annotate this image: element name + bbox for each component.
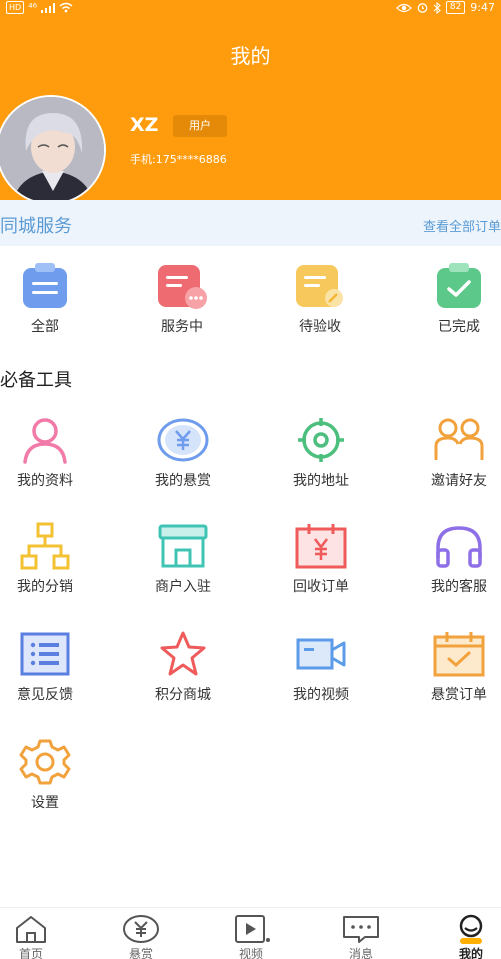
tool-my-profile[interactable]: 我的资料 bbox=[0, 416, 95, 490]
tool-label: 商户入驻 bbox=[155, 579, 211, 595]
calendar-check-icon bbox=[433, 632, 485, 677]
tool-merchant-join[interactable]: 商户入驻 bbox=[133, 522, 233, 596]
tool-label: 回收订单 bbox=[293, 579, 349, 595]
eye-icon bbox=[395, 3, 412, 12]
username: XZ bbox=[130, 114, 159, 136]
tab-video[interactable]: 视频 bbox=[216, 914, 286, 959]
bluetooth-icon bbox=[433, 1, 441, 14]
service-section-title: 同城服务 bbox=[0, 216, 72, 237]
video-camera-icon bbox=[296, 638, 346, 670]
list-icon bbox=[20, 632, 70, 676]
tools-section-title: 必备工具 bbox=[0, 370, 72, 391]
service-label: 全部 bbox=[31, 319, 59, 335]
hd-badge: HD bbox=[6, 1, 25, 14]
profile-header: HD ⁴⁶ 82 9:47 我的 XZ 用户 手机:175****6886 bbox=[0, 0, 501, 205]
service-label: 已完成 bbox=[438, 319, 480, 335]
tool-label: 我的资料 bbox=[17, 473, 73, 489]
service-completed[interactable]: 已完成 bbox=[409, 262, 501, 336]
service-label: 待验收 bbox=[299, 319, 341, 335]
tool-my-videos[interactable]: 我的视频 bbox=[271, 630, 371, 704]
tool-label: 积分商城 bbox=[155, 687, 211, 703]
tool-feedback[interactable]: 意见反馈 bbox=[0, 630, 95, 704]
clipboard-list-icon bbox=[23, 263, 67, 308]
profile-icon bbox=[459, 914, 483, 944]
document-pen-icon bbox=[296, 265, 343, 307]
yen-coin-icon bbox=[157, 418, 209, 462]
two-people-icon bbox=[434, 418, 484, 460]
user-role-badge: 用户 bbox=[173, 115, 227, 137]
service-all[interactable]: 全部 bbox=[0, 262, 95, 336]
view-all-orders-link[interactable]: 查看全部订单 bbox=[423, 216, 501, 235]
org-chart-icon bbox=[20, 522, 70, 570]
tool-my-bounty[interactable]: 我的悬赏 bbox=[133, 416, 233, 490]
avatar[interactable] bbox=[0, 95, 106, 205]
tool-bounty-orders[interactable]: 悬赏订单 bbox=[409, 630, 501, 704]
service-label: 服务中 bbox=[161, 319, 203, 335]
tool-invite-friends[interactable]: 邀请好友 bbox=[409, 416, 501, 490]
status-bar: HD ⁴⁶ 82 9:47 bbox=[0, 0, 501, 18]
play-icon bbox=[235, 915, 270, 943]
wifi-icon bbox=[59, 2, 73, 13]
signal-icon bbox=[41, 2, 56, 13]
headset-icon bbox=[436, 526, 482, 568]
tab-label: 我的 bbox=[458, 947, 483, 959]
alarm-icon bbox=[417, 3, 428, 13]
gear-icon bbox=[19, 739, 71, 785]
tool-my-distribution[interactable]: 我的分销 bbox=[0, 522, 95, 596]
clipboard-check-icon bbox=[437, 263, 481, 308]
tool-label: 我的地址 bbox=[293, 473, 349, 489]
target-location-icon bbox=[298, 418, 344, 462]
tool-label: 我的分销 bbox=[17, 579, 73, 595]
tool-label: 我的视频 bbox=[293, 687, 349, 703]
tab-messages[interactable]: 消息 bbox=[326, 914, 396, 959]
tool-my-address[interactable]: 我的地址 bbox=[271, 416, 371, 490]
tab-label: 首页 bbox=[18, 947, 43, 959]
page-title: 我的 bbox=[230, 44, 271, 68]
tab-bounty[interactable]: 悬赏 bbox=[106, 914, 176, 959]
tool-recycle-orders[interactable]: 回收订单 bbox=[271, 522, 371, 596]
service-pending-check[interactable]: 待验收 bbox=[270, 262, 370, 336]
tool-label: 我的客服 bbox=[431, 579, 487, 595]
service-in-progress[interactable]: 服务中 bbox=[132, 262, 232, 336]
network-label: ⁴⁶ bbox=[28, 1, 38, 14]
service-section-header: 同城服务 查看全部订单 bbox=[0, 200, 501, 246]
tool-label: 意见反馈 bbox=[17, 687, 73, 703]
document-dots-icon bbox=[158, 265, 207, 309]
tool-label: 悬赏订单 bbox=[431, 687, 487, 703]
star-icon bbox=[160, 631, 206, 676]
calendar-yen-icon bbox=[295, 524, 347, 569]
tab-label: 视频 bbox=[238, 947, 263, 959]
phone-number: 手机:175****6886 bbox=[130, 153, 227, 166]
tab-label: 消息 bbox=[348, 947, 373, 959]
message-icon bbox=[343, 916, 379, 943]
bottom-tab-bar: 首页 悬赏 视频 消息 我的 bbox=[0, 907, 501, 959]
tab-home[interactable]: 首页 bbox=[0, 914, 66, 959]
battery-indicator: 82 bbox=[445, 1, 466, 14]
person-icon bbox=[23, 418, 67, 464]
clock: 9:47 bbox=[470, 1, 495, 14]
storefront-icon bbox=[158, 524, 208, 568]
home-icon bbox=[16, 916, 46, 943]
tool-settings[interactable]: 设置 bbox=[0, 738, 95, 812]
tool-label: 设置 bbox=[31, 795, 59, 811]
tab-profile[interactable]: 我的 bbox=[436, 914, 501, 959]
yen-icon bbox=[123, 915, 159, 943]
tab-label: 悬赏 bbox=[128, 947, 153, 959]
tool-label: 我的悬赏 bbox=[155, 473, 211, 489]
tool-customer-service[interactable]: 我的客服 bbox=[409, 522, 501, 596]
tool-label: 邀请好友 bbox=[431, 473, 487, 489]
tool-points-mall[interactable]: 积分商城 bbox=[133, 630, 233, 704]
